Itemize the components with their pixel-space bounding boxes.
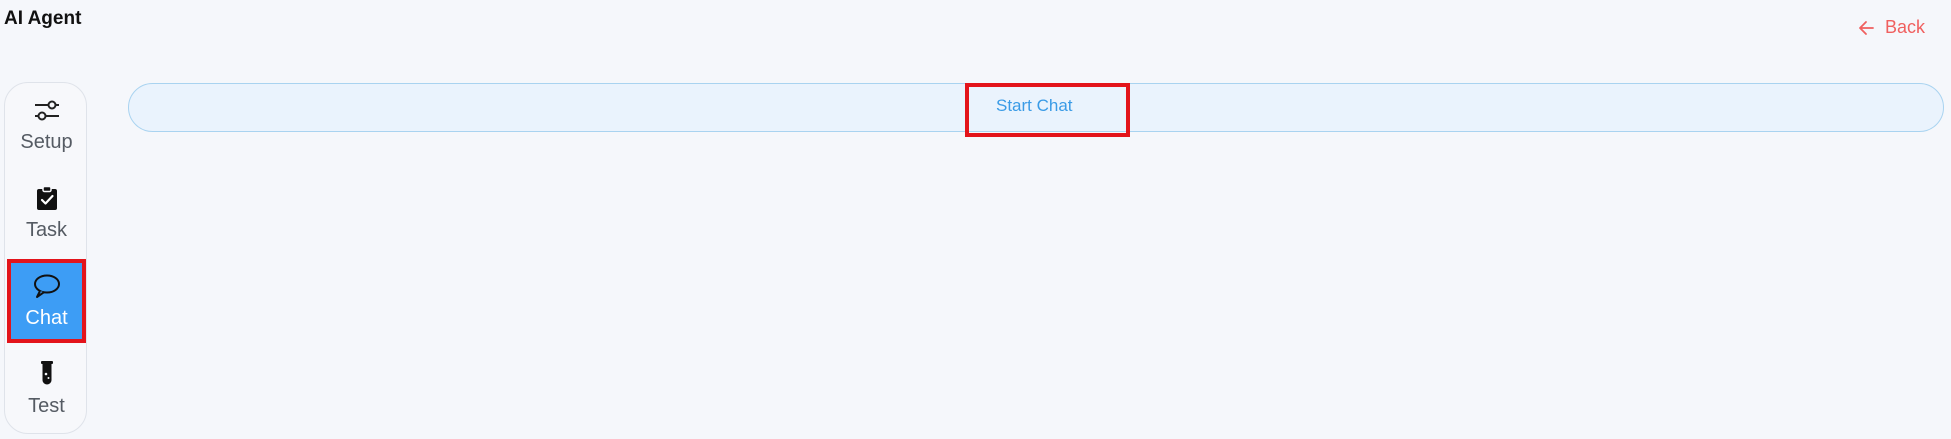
- clipboard-check-icon: [34, 185, 60, 211]
- sidebar: Setup Task Chat Test: [4, 82, 87, 434]
- sidebar-item-label: Setup: [20, 131, 73, 153]
- test-tube-icon: [37, 361, 57, 387]
- sidebar-item-label: Test: [28, 395, 65, 417]
- sidebar-item-label: Chat: [25, 307, 68, 329]
- start-chat-button[interactable]: Start Chat: [965, 83, 1130, 137]
- sliders-icon: [33, 97, 61, 123]
- chat-bubble-icon: [32, 273, 62, 299]
- back-link[interactable]: Back: [1857, 17, 1925, 38]
- sidebar-item-task[interactable]: Task: [7, 171, 86, 255]
- sidebar-item-chat[interactable]: Chat: [7, 259, 86, 343]
- sidebar-item-label: Task: [25, 219, 68, 241]
- sidebar-item-test[interactable]: Test: [7, 347, 86, 431]
- back-label: Back: [1884, 17, 1925, 37]
- arrow-left-icon: [1857, 20, 1875, 36]
- sidebar-item-setup[interactable]: Setup: [7, 83, 86, 167]
- app-title: AI Agent: [4, 8, 82, 29]
